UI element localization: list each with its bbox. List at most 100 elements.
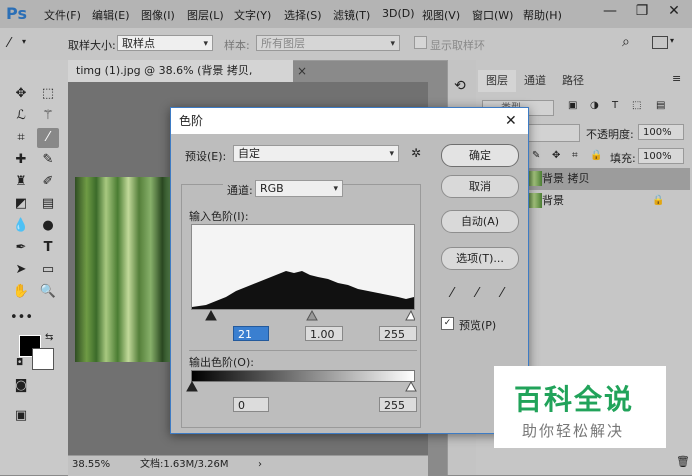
layer-row[interactable]: 背景 拷贝	[520, 168, 690, 190]
filter-adjustment-icon[interactable]: ◑	[590, 100, 599, 111]
white-eyedropper-icon[interactable]: ⁄	[501, 286, 503, 301]
history-panel-icon[interactable]: ⟲	[454, 78, 466, 94]
dialog-title-bar[interactable]: 色阶 ✕	[171, 108, 528, 134]
marquee-tool-icon[interactable]: ⬚	[37, 84, 59, 104]
layer-name: 背景	[542, 194, 564, 207]
chevron-down-icon[interactable]: ▾	[22, 37, 26, 46]
menu-view[interactable]: 视图(V)	[422, 7, 460, 23]
tab-paths[interactable]: 路径	[554, 70, 592, 92]
status-bar: 38.55% 文档:1.63M/3.26M ›	[68, 455, 428, 476]
auto-button[interactable]: 自动(A)	[441, 210, 519, 233]
eraser-tool-icon[interactable]: ◩	[10, 194, 32, 214]
document-tab-close-button[interactable]: ×	[297, 64, 307, 78]
healing-brush-tool-icon[interactable]: ✚	[10, 150, 32, 170]
eyedropper-tool-preset-icon[interactable]: ⁄	[8, 36, 10, 51]
default-colors-icon[interactable]: ◘	[16, 358, 23, 368]
chevron-down-icon: ▾	[389, 149, 394, 159]
document-tab[interactable]: timg (1).jpg @ 38.6% (背景 拷贝, RGB/8#) *	[68, 60, 293, 99]
options-button[interactable]: 选项(T)...	[441, 247, 519, 270]
menu-select[interactable]: 选择(S)	[284, 7, 322, 23]
dodge-tool-icon[interactable]: ●	[37, 216, 59, 236]
menu-type[interactable]: 文字(Y)	[234, 7, 271, 23]
history-brush-tool-icon[interactable]: ✐	[37, 172, 59, 192]
lock-position-icon[interactable]: ✥	[552, 150, 560, 161]
lasso-tool-icon[interactable]: ℒ	[10, 106, 32, 126]
type-tool-icon[interactable]: T	[37, 238, 59, 258]
eyedropper-tool-icon[interactable]: ⁄	[37, 128, 59, 148]
menu-image[interactable]: 图像(I)	[141, 7, 175, 23]
output-white-field[interactable]: 255	[379, 397, 417, 412]
show-ring-checkbox[interactable]	[414, 36, 427, 49]
minimize-button[interactable]: —	[596, 0, 624, 22]
clone-stamp-tool-icon[interactable]: ♜	[10, 172, 32, 192]
filter-smart-object-icon[interactable]: ▤	[656, 100, 665, 111]
output-slider-track[interactable]	[185, 381, 419, 393]
blend-mode-select[interactable]	[528, 124, 580, 142]
restore-button[interactable]: ❐	[628, 0, 656, 22]
menu-3d[interactable]: 3D(D)	[382, 7, 415, 20]
panel-menu-icon[interactable]: ≡	[672, 72, 681, 85]
screen-mode-icon[interactable]: ▣	[10, 406, 32, 426]
menu-help[interactable]: 帮助(H)	[523, 7, 562, 23]
magic-wand-tool-icon[interactable]: ⚚	[37, 106, 59, 126]
preset-select[interactable]: 自定 ▾	[233, 145, 399, 162]
menu-filter[interactable]: 滤镜(T)	[333, 7, 370, 23]
zoom-tool-icon[interactable]: 🔍	[37, 282, 59, 302]
lock-pixels-icon[interactable]: ✎	[532, 150, 540, 161]
preset-options-gear-icon[interactable]: ✲	[411, 146, 421, 160]
quick-mask-icon[interactable]: ◙	[10, 376, 32, 396]
workspace-icon[interactable]	[652, 36, 668, 49]
bamboo-photo	[75, 177, 172, 362]
menu-file[interactable]: 文件(F)	[44, 7, 81, 23]
menu-edit[interactable]: 编辑(E)	[92, 7, 130, 23]
channel-select[interactable]: RGB ▾	[255, 180, 343, 197]
menu-window[interactable]: 窗口(W)	[472, 7, 513, 23]
menu-layer[interactable]: 图层(L)	[187, 7, 224, 23]
tab-channels[interactable]: 通道	[516, 70, 554, 92]
rectangle-tool-icon[interactable]: ▭	[37, 260, 59, 280]
input-black-field[interactable]: 21	[233, 326, 269, 341]
swap-colors-icon[interactable]: ⇆	[45, 332, 53, 343]
search-icon[interactable]: ⌕	[622, 34, 630, 50]
opacity-field[interactable]: 100%	[638, 124, 684, 140]
brush-tool-icon[interactable]: ✎	[37, 150, 59, 170]
more-tools-icon[interactable]: •••	[10, 308, 33, 328]
gray-eyedropper-icon[interactable]: ⁄	[476, 286, 478, 301]
tab-layers[interactable]: 图层	[478, 70, 516, 92]
input-white-field[interactable]: 255	[379, 326, 417, 341]
output-black-field[interactable]: 0	[233, 397, 269, 412]
chevron-right-icon[interactable]: ›	[258, 456, 262, 474]
black-eyedropper-icon[interactable]: ⁄	[451, 286, 453, 301]
sample-size-select[interactable]: 取样点 ▾	[117, 35, 213, 51]
close-window-button[interactable]: ✕	[660, 0, 688, 22]
hand-tool-icon[interactable]: ✋	[10, 282, 32, 302]
filter-type-icon[interactable]: T	[612, 100, 618, 111]
input-levels-label: 输入色阶(I):	[189, 210, 249, 223]
blur-tool-icon[interactable]: 💧	[10, 216, 32, 236]
close-icon[interactable]: ✕	[505, 108, 517, 134]
background-color-swatch[interactable]	[32, 348, 54, 370]
lock-all-icon[interactable]: 🔒	[590, 150, 602, 161]
preview-checkbox[interactable]: ✓	[441, 317, 454, 330]
input-gamma-field[interactable]: 1.00	[305, 326, 343, 341]
crop-tool-icon[interactable]: ⌗	[10, 128, 32, 148]
cancel-button[interactable]: 取消	[441, 175, 519, 198]
gradient-tool-icon[interactable]: ▤	[37, 194, 59, 214]
filter-pixel-icon[interactable]: ▣	[568, 100, 577, 111]
zoom-level[interactable]: 38.55%	[72, 456, 110, 474]
ok-button[interactable]: 确定	[441, 144, 519, 167]
preset-label: 预设(E):	[185, 150, 227, 163]
watermark-subtitle: 助你轻松解决	[522, 422, 625, 440]
delete-layer-icon[interactable]: 🗑	[676, 455, 690, 468]
fill-field[interactable]: 100%	[638, 148, 684, 164]
path-selection-tool-icon[interactable]: ➤	[10, 260, 32, 280]
pen-tool-icon[interactable]: ✒	[10, 238, 32, 258]
layer-row[interactable]: 背景 🔒	[520, 190, 690, 212]
output-white-value: 255	[384, 399, 405, 412]
filter-shape-icon[interactable]: ⬚	[632, 100, 641, 111]
chevron-down-icon[interactable]: ▾	[670, 36, 674, 45]
lock-artboard-icon[interactable]: ⌗	[572, 150, 578, 161]
sample-select[interactable]: 所有图层 ▾	[256, 35, 400, 51]
move-tool-icon[interactable]: ✥	[10, 84, 32, 104]
input-slider-track[interactable]	[191, 310, 415, 322]
